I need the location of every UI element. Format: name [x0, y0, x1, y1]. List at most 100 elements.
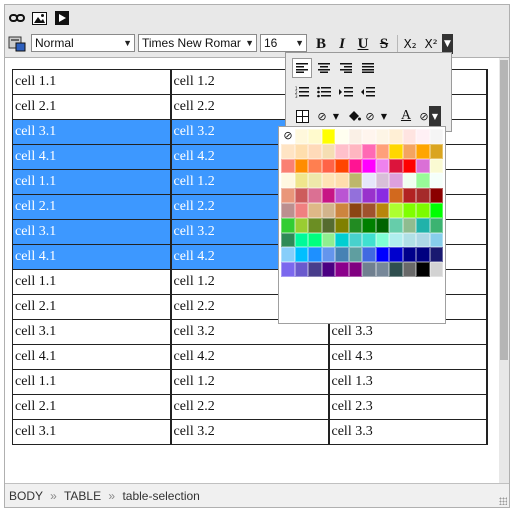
- table-cell[interactable]: cell 3.1: [12, 319, 172, 345]
- color-swatch[interactable]: [308, 232, 322, 248]
- color-swatch[interactable]: [389, 202, 403, 218]
- indent-icon[interactable]: [336, 82, 356, 102]
- color-swatch[interactable]: [416, 202, 430, 218]
- color-swatch[interactable]: [281, 262, 295, 277]
- italic-button[interactable]: I: [332, 34, 352, 54]
- color-swatch[interactable]: [308, 158, 322, 174]
- color-swatch[interactable]: [281, 232, 295, 248]
- color-swatch[interactable]: [348, 202, 362, 218]
- color-swatch[interactable]: [402, 158, 416, 174]
- color-swatch[interactable]: [389, 158, 403, 174]
- color-swatch[interactable]: [348, 247, 362, 263]
- color-swatch[interactable]: [321, 129, 335, 144]
- color-swatch[interactable]: [416, 129, 430, 144]
- color-swatch[interactable]: [308, 202, 322, 218]
- color-swatch[interactable]: [362, 188, 376, 203]
- color-swatch[interactable]: [429, 188, 443, 203]
- color-swatch[interactable]: [375, 217, 389, 233]
- color-swatch[interactable]: [416, 158, 430, 174]
- table-cell[interactable]: cell 3.1: [12, 219, 172, 245]
- table-row[interactable]: cell 3.1 cell 3.2 cell 3.3: [12, 419, 488, 445]
- chevron-down-icon[interactable]: ▼: [374, 106, 394, 126]
- color-swatch[interactable]: [429, 247, 443, 263]
- color-swatch[interactable]: [321, 143, 335, 159]
- color-swatch[interactable]: [308, 247, 322, 263]
- vertical-scrollbar[interactable]: [499, 58, 509, 483]
- color-swatch[interactable]: [321, 188, 335, 203]
- font-size-select[interactable]: 16 ▼: [260, 34, 307, 52]
- color-swatch[interactable]: [348, 217, 362, 233]
- color-swatch[interactable]: [321, 158, 335, 174]
- color-swatch[interactable]: [294, 143, 308, 159]
- color-swatch[interactable]: [335, 232, 349, 248]
- color-swatch[interactable]: [321, 232, 335, 248]
- color-swatch[interactable]: [294, 158, 308, 174]
- table-cell[interactable]: cell 4.1: [12, 144, 172, 170]
- color-swatch[interactable]: [416, 143, 430, 159]
- table-cell[interactable]: cell 1.2: [170, 369, 330, 395]
- color-swatch[interactable]: [402, 173, 416, 189]
- table-cell[interactable]: cell 2.2: [170, 394, 330, 420]
- table-cell[interactable]: cell 1.1: [12, 369, 172, 395]
- color-swatch[interactable]: [429, 217, 443, 233]
- color-swatch[interactable]: [402, 232, 416, 248]
- color-swatch[interactable]: [294, 247, 308, 263]
- color-swatch[interactable]: [308, 217, 322, 233]
- color-swatch[interactable]: [402, 143, 416, 159]
- table-row[interactable]: cell 2.1cell 2.2cell 2.3: [12, 394, 488, 420]
- color-swatch[interactable]: [375, 262, 389, 277]
- chevron-down-icon[interactable]: ▼: [326, 106, 346, 126]
- table-cell[interactable]: cell 1.1: [12, 69, 172, 95]
- table-cell[interactable]: cell 4.1: [12, 344, 172, 370]
- table-cell[interactable]: cell 1.1: [12, 169, 172, 195]
- align-right-icon[interactable]: [336, 58, 356, 78]
- color-swatch[interactable]: [429, 262, 443, 277]
- subscript-button[interactable]: X₂: [400, 34, 420, 54]
- table-cell[interactable]: cell 2.1: [12, 294, 172, 320]
- color-swatch[interactable]: [402, 217, 416, 233]
- color-swatch[interactable]: [335, 188, 349, 203]
- chevron-down-icon[interactable]: ▼: [429, 106, 441, 126]
- color-swatch[interactable]: [362, 202, 376, 218]
- color-swatch[interactable]: [321, 173, 335, 189]
- path-item-table[interactable]: TABLE: [64, 489, 101, 503]
- color-swatch[interactable]: [335, 158, 349, 174]
- color-swatch[interactable]: [416, 262, 430, 277]
- color-swatch[interactable]: [389, 247, 403, 263]
- color-swatch[interactable]: [362, 173, 376, 189]
- color-swatch[interactable]: [375, 158, 389, 174]
- color-swatch[interactable]: [335, 217, 349, 233]
- image-icon[interactable]: [29, 8, 49, 28]
- color-swatch[interactable]: [362, 129, 376, 144]
- media-icon[interactable]: [52, 8, 72, 28]
- scrollbar-thumb[interactable]: [500, 60, 508, 360]
- color-swatch[interactable]: [308, 188, 322, 203]
- table-cell[interactable]: cell 2.3: [328, 394, 488, 420]
- color-swatch[interactable]: [375, 247, 389, 263]
- color-swatch[interactable]: [375, 232, 389, 248]
- color-swatch[interactable]: [375, 129, 389, 144]
- superscript-button[interactable]: X²: [421, 34, 441, 54]
- color-swatch[interactable]: [389, 188, 403, 203]
- color-swatch[interactable]: [402, 262, 416, 277]
- color-swatch[interactable]: [429, 143, 443, 159]
- color-swatch[interactable]: [321, 217, 335, 233]
- color-swatch[interactable]: [416, 232, 430, 248]
- color-swatch[interactable]: [389, 232, 403, 248]
- table-cell[interactable]: cell 4.1: [12, 244, 172, 270]
- resize-grip-icon[interactable]: [499, 497, 507, 505]
- color-swatch[interactable]: [375, 202, 389, 218]
- align-center-icon[interactable]: [314, 58, 334, 78]
- color-swatch[interactable]: [416, 217, 430, 233]
- bullet-list-icon[interactable]: [314, 82, 334, 102]
- color-swatch[interactable]: [389, 217, 403, 233]
- color-swatch[interactable]: [281, 247, 295, 263]
- color-swatch[interactable]: [335, 143, 349, 159]
- color-swatch[interactable]: [348, 188, 362, 203]
- table-cell[interactable]: cell 1.3: [328, 369, 488, 395]
- color-swatch[interactable]: [281, 143, 295, 159]
- color-swatch[interactable]: [416, 188, 430, 203]
- color-swatch[interactable]: [281, 158, 295, 174]
- table-cell[interactable]: cell 4.3: [328, 344, 488, 370]
- table-cell[interactable]: cell 2.1: [12, 194, 172, 220]
